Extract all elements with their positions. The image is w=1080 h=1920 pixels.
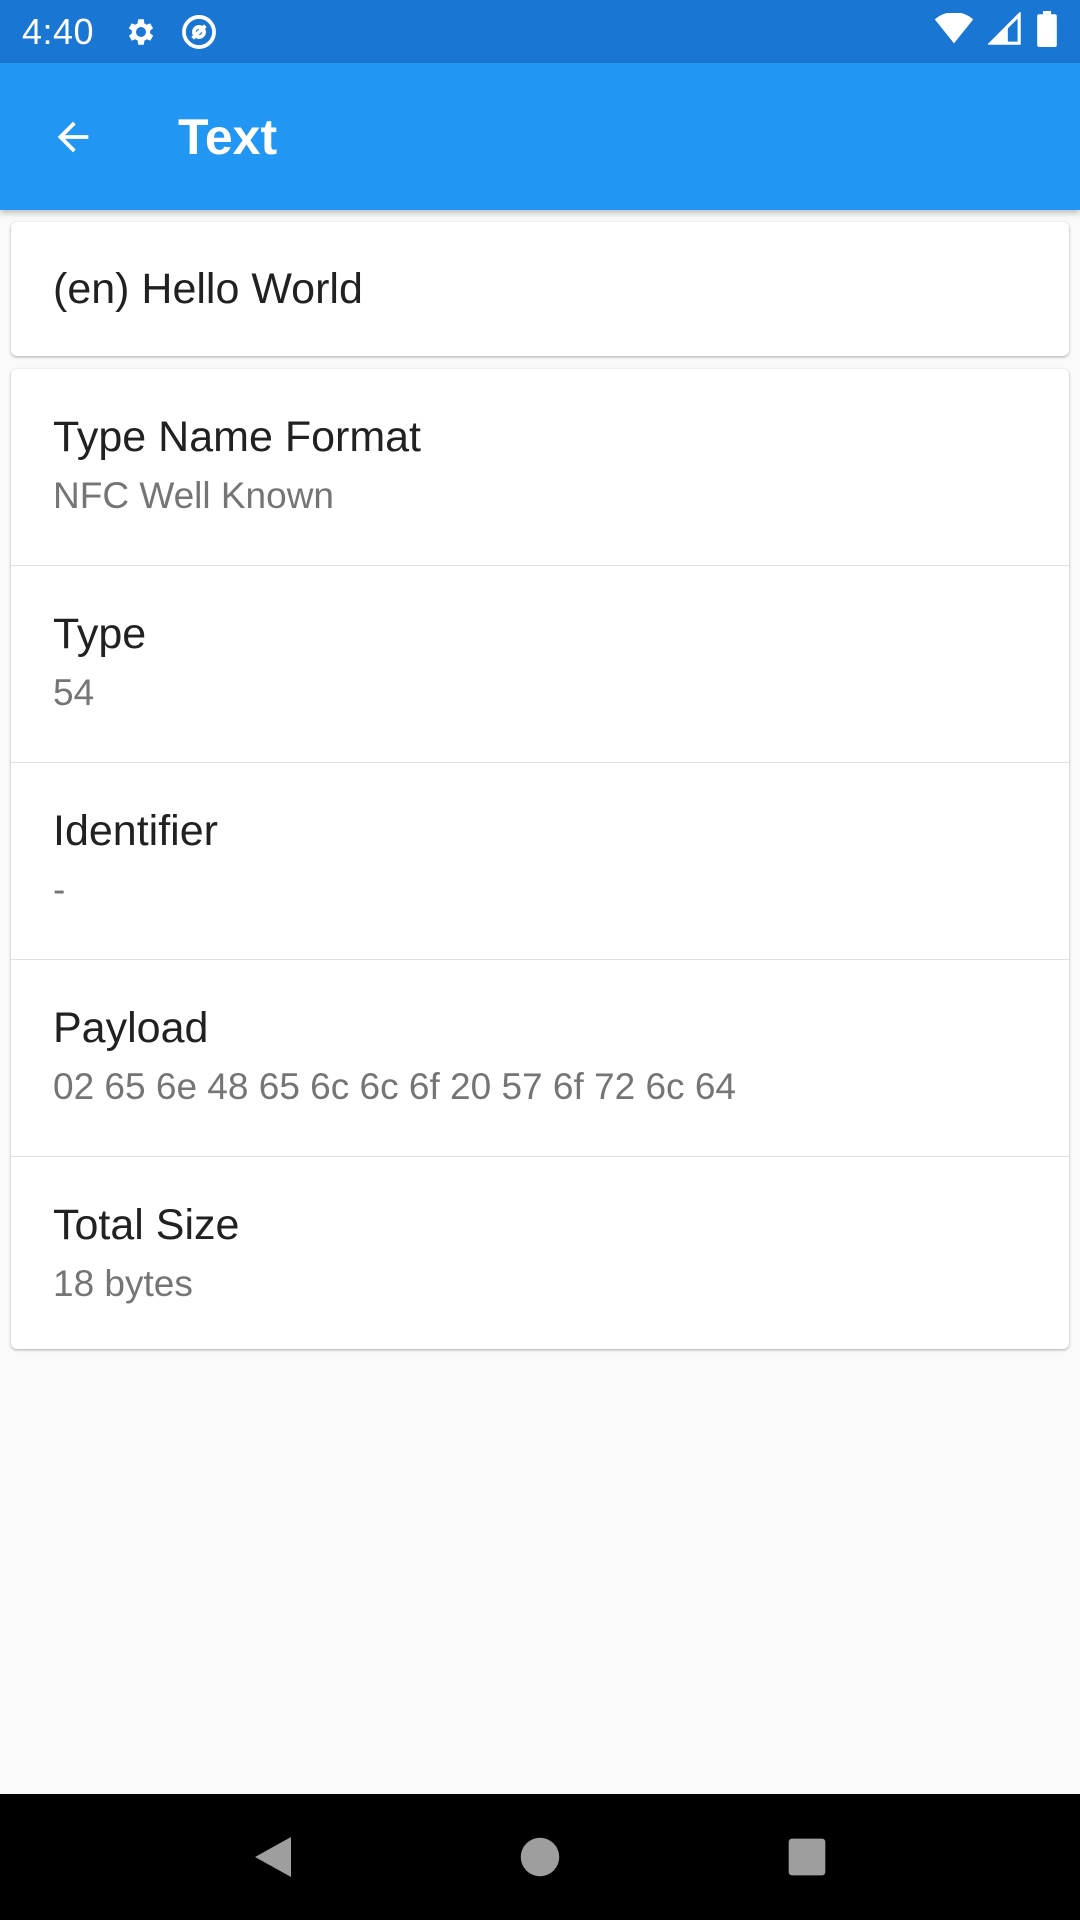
status-bar: 4:40 xyxy=(0,0,1080,63)
signal-icon xyxy=(987,11,1022,51)
detail-row-type[interactable]: Type 54 xyxy=(11,566,1069,763)
detail-value: 54 xyxy=(53,672,95,713)
app-bar: Text xyxy=(0,63,1080,210)
detail-value: 18 bytes xyxy=(53,1263,193,1304)
detail-row-payload[interactable]: Payload 02 65 6e 48 65 6c 6c 6f 20 57 6f… xyxy=(11,960,1069,1157)
detail-label: Total Size xyxy=(53,1201,240,1249)
arrow-back-icon xyxy=(57,121,89,152)
detail-value: - xyxy=(53,869,66,910)
status-right-icons xyxy=(934,11,1058,52)
detail-row-identifier[interactable]: Identifier - xyxy=(11,763,1069,960)
nav-back-button[interactable] xyxy=(223,1807,323,1907)
record-text: (en) Hello World xyxy=(53,264,363,313)
detail-value: NFC Well Known xyxy=(53,475,335,516)
detail-row-total-size[interactable]: Total Size 18 bytes xyxy=(11,1157,1069,1354)
nav-home-button[interactable] xyxy=(490,1807,590,1907)
battery-icon xyxy=(1036,11,1058,52)
detail-label: Identifier xyxy=(53,807,218,855)
page-title: Text xyxy=(178,108,278,165)
gear-icon xyxy=(124,15,158,49)
detail-label: Type xyxy=(53,610,147,658)
back-button[interactable] xyxy=(31,95,115,179)
detail-value: 02 65 6e 48 65 6c 6c 6f 20 57 6f 72 6c 6… xyxy=(53,1066,736,1107)
detail-label: Payload xyxy=(53,1004,209,1052)
system-nav-bar xyxy=(0,1794,1080,1920)
record-details-card: Type Name Format NFC Well Known Type 54 … xyxy=(11,369,1069,1349)
back-triangle-icon xyxy=(255,1837,292,1877)
home-circle-icon xyxy=(520,1837,560,1877)
status-time: 4:40 xyxy=(22,10,95,52)
nav-recents-button[interactable] xyxy=(757,1807,857,1907)
record-text-card[interactable]: (en) Hello World xyxy=(11,222,1069,356)
wifi-icon xyxy=(934,12,974,50)
at-sign-icon xyxy=(180,13,218,51)
detail-row-type-name-format[interactable]: Type Name Format NFC Well Known xyxy=(11,369,1069,566)
detail-label: Type Name Format xyxy=(53,413,421,461)
recents-square-icon xyxy=(788,1838,825,1876)
